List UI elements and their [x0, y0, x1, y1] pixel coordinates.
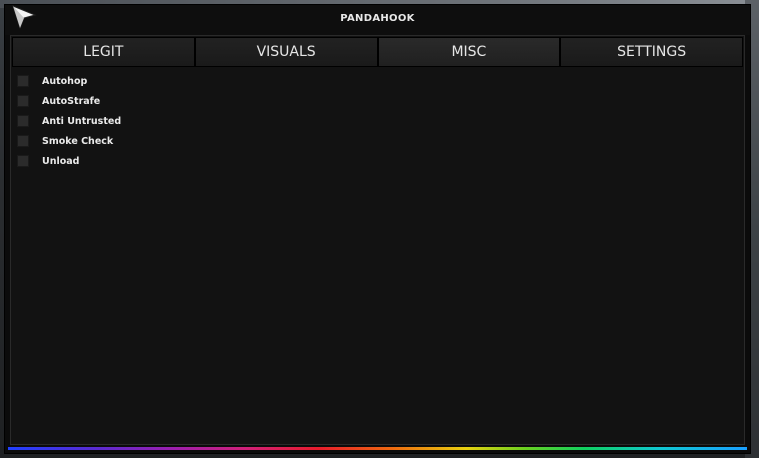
tab-bar: LEGIT VISUALS MISC SETTINGS [12, 37, 743, 67]
autohop-checkbox[interactable] [17, 75, 29, 87]
window-title: PANDAHOOK [340, 13, 415, 24]
option-autostrafe[interactable]: AutoStrafe [17, 91, 317, 111]
title-bar[interactable]: PANDAHOOK [5, 5, 750, 35]
anti-untrusted-checkbox[interactable] [17, 115, 29, 127]
option-label: Autohop [42, 75, 88, 87]
tab-legit[interactable]: LEGIT [12, 37, 195, 67]
autostrafe-checkbox[interactable] [17, 95, 29, 107]
rainbow-accent-bar [8, 447, 747, 450]
option-anti-untrusted[interactable]: Anti Untrusted [17, 111, 317, 131]
tab-label: MISC [451, 44, 487, 60]
content-panel: LEGIT VISUALS MISC SETTINGS Autohop Auto… [10, 35, 745, 445]
cursor-arrow-icon [12, 5, 37, 30]
option-unload[interactable]: Unload [17, 151, 317, 171]
option-label: Smoke Check [42, 135, 114, 147]
tab-misc[interactable]: MISC [377, 37, 561, 67]
option-label: Unload [42, 155, 80, 167]
cheat-menu-window[interactable]: PANDAHOOK LEGIT VISUALS MISC SETTINGS Au… [4, 4, 751, 454]
option-smoke-check[interactable]: Smoke Check [17, 131, 317, 151]
option-autohop[interactable]: Autohop [17, 71, 317, 91]
tab-label: SETTINGS [617, 44, 687, 60]
tab-visuals[interactable]: VISUALS [194, 37, 378, 67]
option-label: AutoStrafe [42, 95, 101, 107]
smoke-check-checkbox[interactable] [17, 135, 29, 147]
tab-settings[interactable]: SETTINGS [560, 37, 743, 67]
misc-options-list: Autohop AutoStrafe Anti Untrusted Smoke … [17, 71, 317, 171]
unload-checkbox[interactable] [17, 155, 29, 167]
tab-label: VISUALS [256, 44, 316, 60]
tab-label: LEGIT [83, 44, 124, 60]
option-label: Anti Untrusted [42, 115, 122, 127]
game-background: PANDAHOOK LEGIT VISUALS MISC SETTINGS Au… [0, 0, 759, 458]
